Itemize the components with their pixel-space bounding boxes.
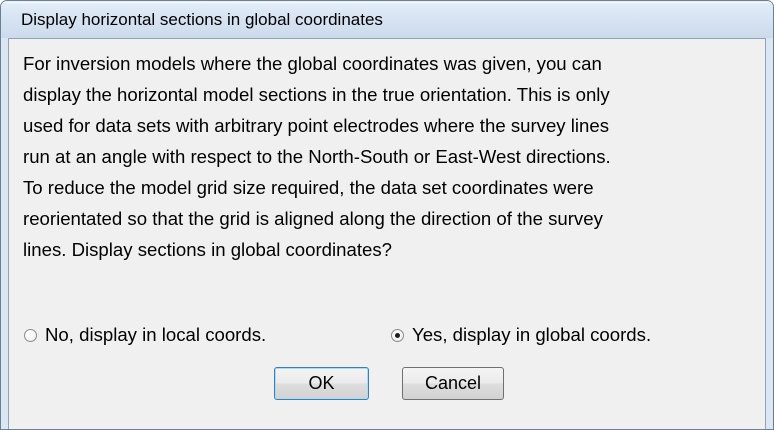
radio-global-coords-label[interactable]: Yes, display in global coords.: [412, 324, 651, 346]
dialog-window: Display horizontal sections in global co…: [0, 0, 774, 430]
radio-local-coords-label[interactable]: No, display in local coords.: [45, 324, 266, 346]
radio-local-coords[interactable]: No, display in local coords.: [24, 323, 266, 347]
ok-button[interactable]: OK: [274, 367, 369, 400]
message-line: For inversion models where the global co…: [23, 53, 602, 74]
message-line: used for data sets with arbitrary point …: [23, 115, 609, 136]
dialog-title: Display horizontal sections in global co…: [21, 10, 383, 29]
message-line: run at an angle with respect to the Nort…: [23, 146, 611, 167]
radio-checked-icon[interactable]: [391, 328, 404, 342]
cancel-button[interactable]: Cancel: [402, 367, 504, 400]
title-bar[interactable]: Display horizontal sections in global co…: [1, 1, 773, 38]
message-line: To reduce the model grid size required, …: [23, 177, 594, 198]
message-line: display the horizontal model sections in…: [23, 84, 610, 105]
message-line: reorientated so that the grid is aligned…: [23, 208, 603, 229]
radio-global-coords[interactable]: Yes, display in global coords.: [391, 323, 651, 347]
dialog-message: For inversion models where the global co…: [23, 48, 763, 265]
dialog-client-area: For inversion models where the global co…: [8, 38, 766, 429]
radio-unchecked-icon[interactable]: [24, 328, 37, 342]
message-line: lines. Display sections in global coordi…: [23, 239, 392, 260]
frame-highlight: [2, 2, 772, 3]
